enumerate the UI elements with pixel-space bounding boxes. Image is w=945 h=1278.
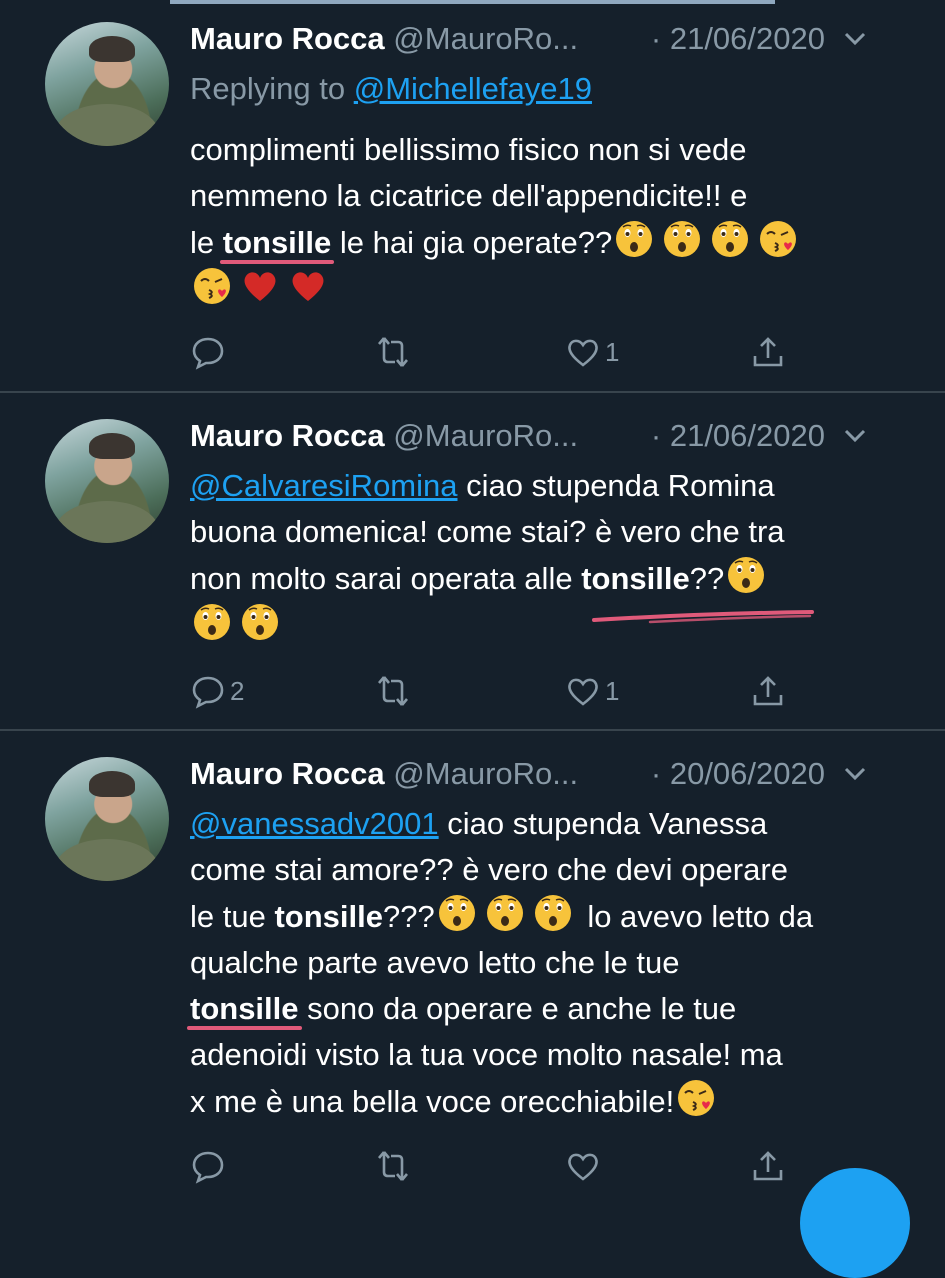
tweet-header: Mauro Rocca @MauroRo... · 20/06/2020 bbox=[190, 749, 905, 799]
like-icon bbox=[568, 339, 598, 367]
highlighted-word: tonsille bbox=[222, 225, 332, 260]
author-name[interactable]: Mauro Rocca bbox=[190, 418, 385, 453]
reply-icon bbox=[192, 337, 224, 370]
share-icon bbox=[753, 337, 783, 367]
like-button[interactable] bbox=[565, 1144, 605, 1188]
heart-emoji bbox=[292, 272, 324, 301]
retweet-button[interactable] bbox=[375, 1144, 415, 1188]
author-name[interactable]: Mauro Rocca bbox=[190, 21, 385, 56]
mention-link[interactable]: @Michellefaye19 bbox=[354, 71, 592, 106]
astonished-emoji bbox=[663, 220, 701, 258]
astonished-emoji bbox=[485, 894, 524, 932]
chevron-down-icon[interactable] bbox=[841, 760, 869, 788]
highlighted-word: tonsille bbox=[274, 899, 383, 934]
kiss-emoji bbox=[677, 1079, 716, 1117]
share-button[interactable] bbox=[750, 330, 786, 374]
author-handle: @MauroRo... bbox=[393, 756, 579, 791]
astonished-emoji bbox=[193, 603, 231, 641]
like-button[interactable]: 1 bbox=[565, 330, 619, 374]
astonished-emoji bbox=[727, 556, 765, 594]
tweet-actions bbox=[190, 1144, 810, 1188]
kiss-emoji bbox=[759, 220, 798, 258]
author-name[interactable]: Mauro Rocca bbox=[190, 756, 385, 791]
compose-button[interactable] bbox=[800, 1168, 910, 1278]
reply-icon bbox=[192, 676, 224, 709]
share-button[interactable] bbox=[750, 1144, 786, 1188]
tweet-date: · 21/06/2020 bbox=[650, 418, 825, 453]
tweet-actions: 1 bbox=[190, 330, 810, 374]
tweet-date: · 21/06/2020 bbox=[650, 21, 825, 56]
author-handle: @MauroRo... bbox=[393, 418, 579, 453]
astonished-emoji bbox=[533, 894, 572, 932]
chevron-down-icon[interactable] bbox=[841, 25, 869, 53]
tweet[interactable]: Mauro Rocca @MauroRo... · 20/06/2020 @va… bbox=[0, 731, 945, 1200]
reply-button[interactable] bbox=[190, 330, 230, 374]
astonished-emoji bbox=[711, 220, 749, 258]
astonished-emoji bbox=[615, 220, 653, 258]
tweet[interactable]: Mauro Rocca @MauroRo... · 21/06/2020 Rep… bbox=[0, 0, 945, 393]
replying-to: Replying to @Michellefaye19 bbox=[190, 71, 592, 106]
astonished-emoji bbox=[241, 603, 279, 641]
reply-icon bbox=[192, 1151, 224, 1184]
heart-emoji bbox=[244, 272, 276, 301]
share-icon bbox=[753, 676, 783, 706]
highlighted-word: tonsille bbox=[190, 991, 299, 1026]
retweet-icon bbox=[378, 676, 408, 706]
chevron-down-icon[interactable] bbox=[841, 422, 869, 450]
retweet-button[interactable] bbox=[375, 330, 415, 374]
share-button[interactable] bbox=[750, 669, 786, 713]
tweet-actions: 2 1 bbox=[190, 669, 810, 713]
like-icon bbox=[568, 1153, 598, 1181]
share-icon bbox=[753, 1151, 783, 1181]
tweet-header: Mauro Rocca @MauroRo... · 21/06/2020 bbox=[190, 14, 905, 64]
retweet-icon bbox=[378, 1151, 408, 1181]
tweet[interactable]: Mauro Rocca @MauroRo... · 21/06/2020 @Ca… bbox=[0, 393, 945, 731]
underline-annotation bbox=[592, 610, 814, 624]
tweet-text: @vanessadv2001 ciao stupenda Vanessa com… bbox=[190, 806, 814, 1119]
like-button[interactable]: 1 bbox=[565, 669, 619, 713]
reply-button[interactable] bbox=[190, 1144, 230, 1188]
tweet-header: Mauro Rocca @MauroRo... · 21/06/2020 bbox=[190, 411, 905, 461]
like-icon bbox=[568, 678, 598, 706]
mention-link[interactable]: @vanessadv2001 bbox=[190, 806, 439, 841]
mention-link[interactable]: @CalvaresiRomina bbox=[190, 468, 458, 503]
kiss-emoji bbox=[193, 267, 231, 305]
avatar[interactable] bbox=[45, 419, 169, 543]
retweet-icon bbox=[378, 337, 408, 367]
reply-button[interactable]: 2 bbox=[190, 669, 244, 713]
retweet-button[interactable] bbox=[375, 669, 415, 713]
highlighted-word: tonsille bbox=[581, 561, 690, 596]
avatar[interactable] bbox=[45, 22, 169, 146]
tweet-date: · 20/06/2020 bbox=[650, 756, 825, 791]
astonished-emoji bbox=[437, 894, 476, 932]
author-handle: @MauroRo... bbox=[393, 21, 579, 56]
avatar[interactable] bbox=[45, 757, 169, 881]
tweet-text: complimenti bellissimo fisico non si ved… bbox=[190, 127, 910, 313]
